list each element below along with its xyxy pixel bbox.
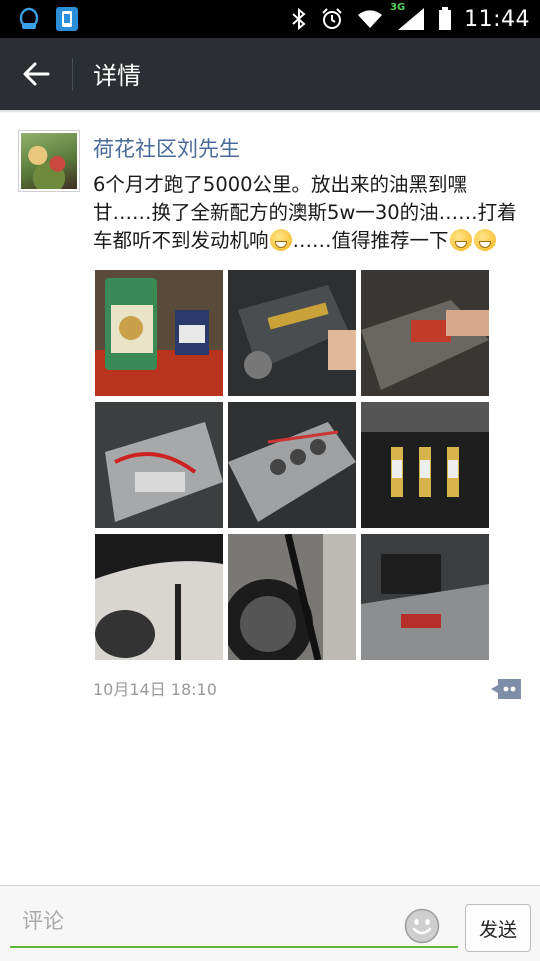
clock: 11:44 [464, 6, 530, 32]
back-arrow-icon [23, 62, 50, 86]
notification-area [16, 6, 80, 32]
engine-oil-bottle-photo[interactable] [95, 270, 223, 396]
avatar[interactable] [18, 130, 80, 192]
status-bar: 3G 11:44 [0, 0, 540, 38]
wifi-icon [358, 10, 383, 28]
title-bar: 详情 [0, 38, 540, 110]
post-text: 6个月才跑了5000公里。放出来的油黑到嘿甘……换了全新配方的澳斯5w一30的油… [93, 171, 523, 255]
system-icons: 3G 11:44 [290, 2, 530, 34]
engine-coils-photo[interactable] [228, 402, 356, 528]
smiley-icon [404, 908, 440, 944]
car-underside-photo[interactable] [95, 534, 223, 660]
notification-app-icon [56, 7, 78, 31]
author-name[interactable]: 荷花社区刘先生 [93, 133, 240, 163]
shush-emoji [269, 229, 292, 251]
avatar-image [21, 133, 77, 189]
spark-plugs-photo[interactable] [361, 402, 489, 528]
emoji-button[interactable] [404, 908, 440, 944]
page-title: 详情 [93, 62, 141, 90]
grin-emoji [473, 229, 496, 251]
comment-button[interactable] [490, 677, 523, 701]
engine-cover-photo[interactable] [361, 534, 489, 660]
battery-icon [439, 7, 452, 30]
back-button[interactable] [14, 56, 58, 92]
bluetooth-icon [292, 7, 306, 31]
comment-bar: 发送 [0, 885, 540, 961]
signal-icon: 3G [390, 2, 426, 32]
grin-emoji [449, 229, 472, 251]
comment-input[interactable] [10, 896, 458, 948]
notification-qq-icon [19, 7, 39, 29]
comment-bubble-icon [491, 679, 521, 699]
engine-bay-photo[interactable] [228, 270, 356, 396]
engine-wires-photo[interactable] [95, 402, 223, 528]
engine-hand-photo[interactable] [361, 270, 489, 396]
alarm-icon [322, 8, 342, 29]
title-shadow [0, 110, 540, 113]
photo-grid [95, 270, 489, 660]
post-timestamp: 10月14日 18:10 [93, 680, 217, 699]
post-text-part2: ……值得推荐一下 [292, 229, 449, 252]
title-divider [72, 58, 73, 90]
send-button[interactable]: 发送 [465, 904, 531, 952]
oil-drain-photo[interactable] [228, 534, 356, 660]
